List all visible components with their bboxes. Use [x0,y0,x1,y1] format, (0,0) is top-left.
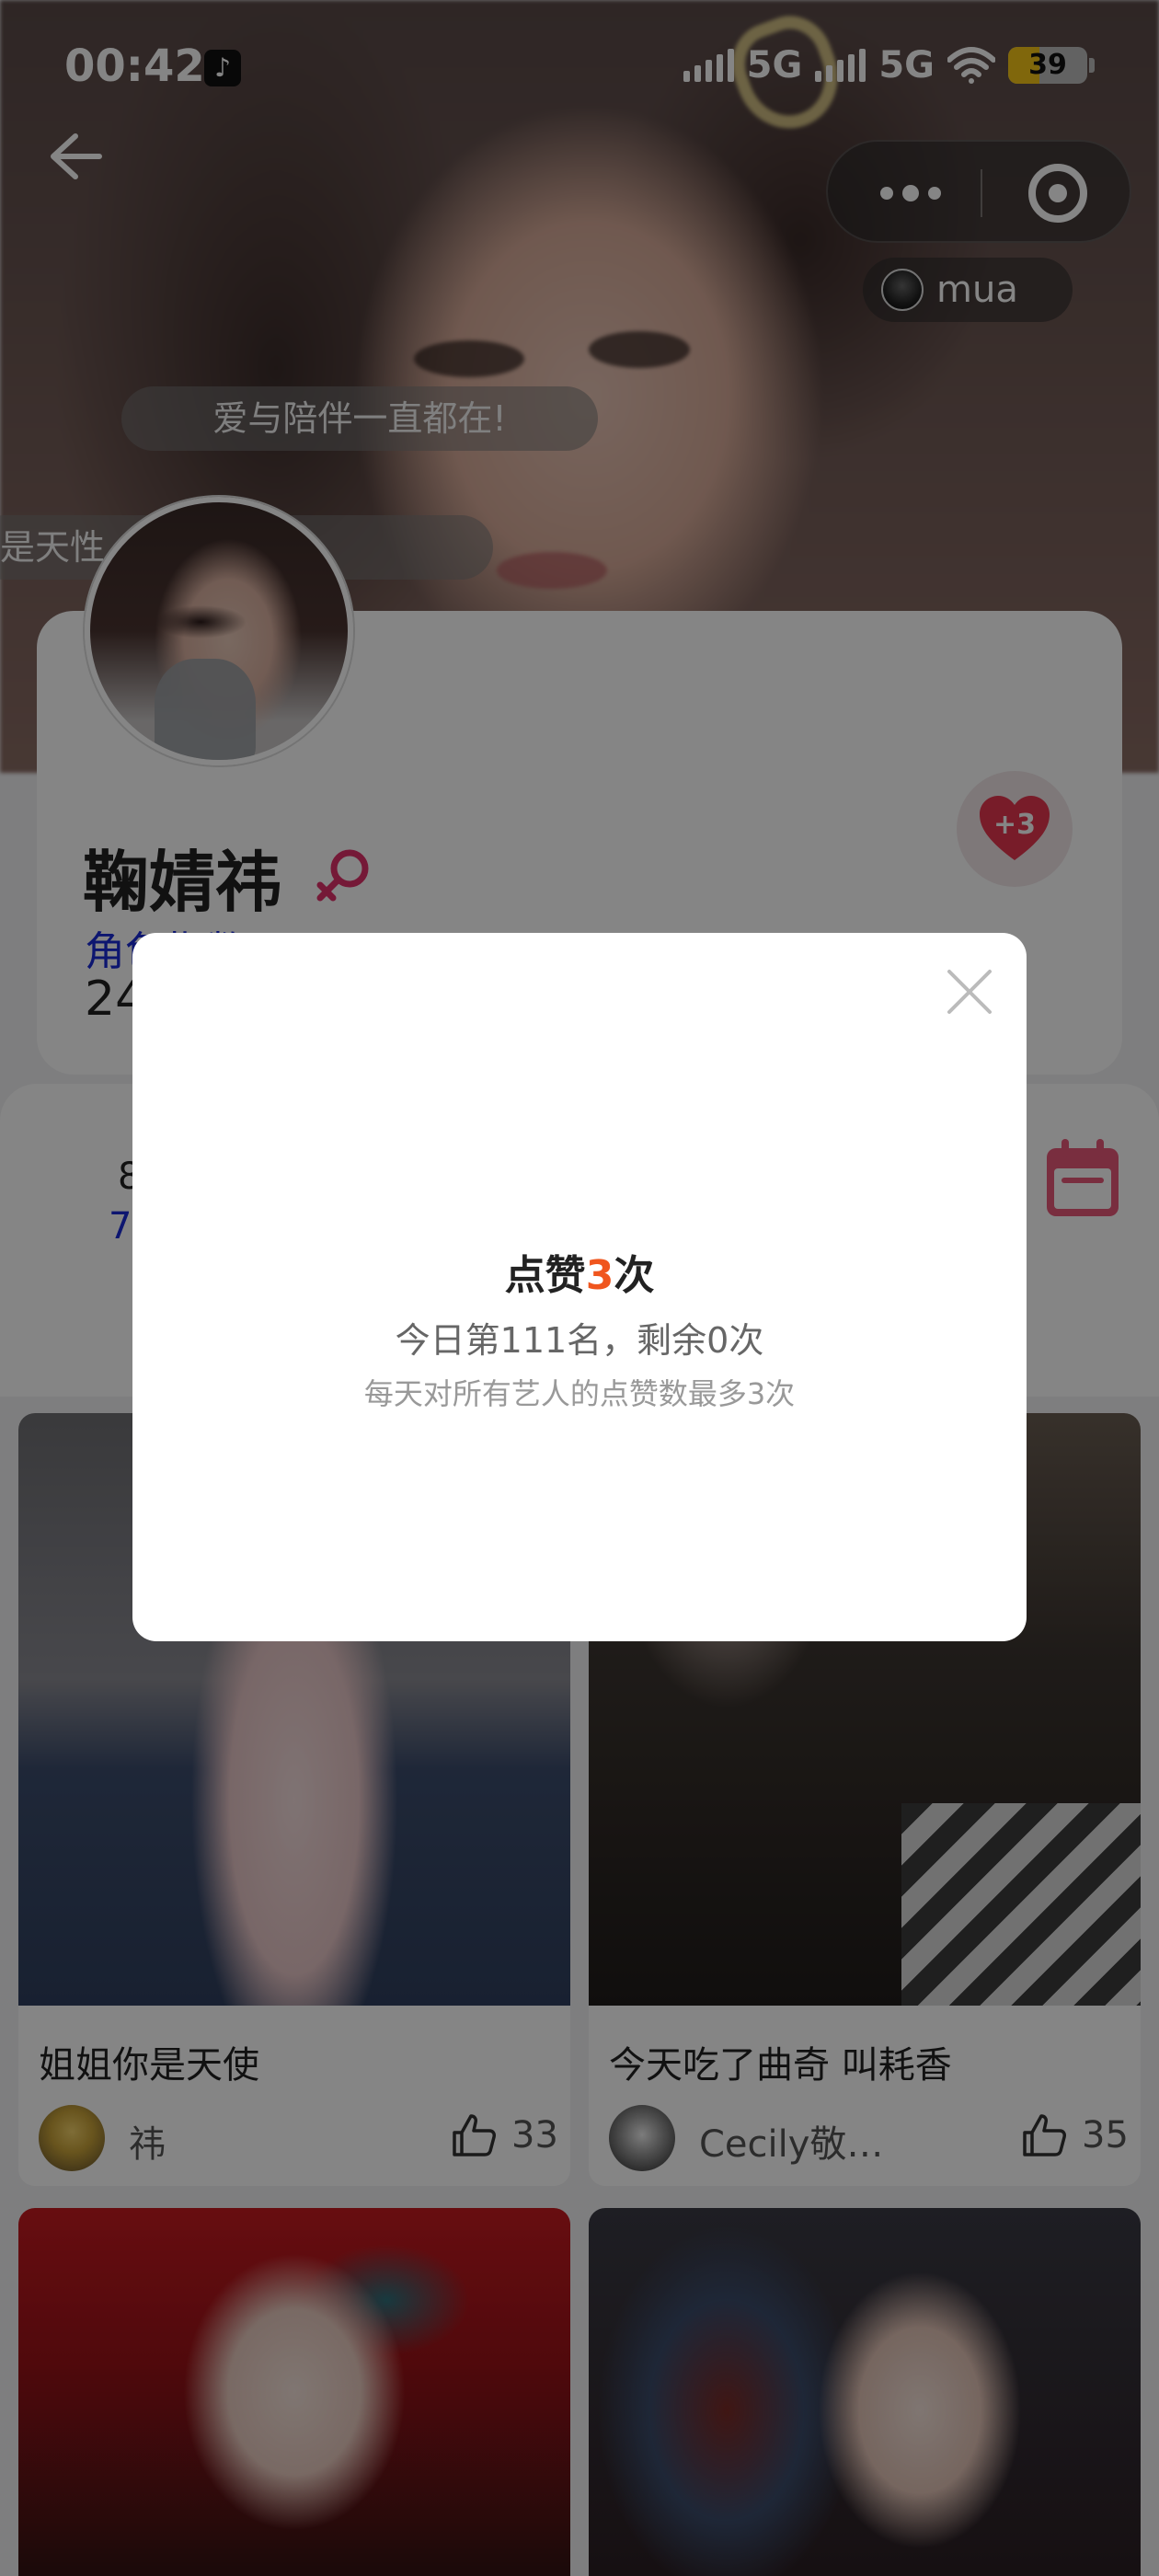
modal-title: 点赞3次 [132,1242,1027,1301]
modal-title-prefix: 点赞 [504,1252,586,1299]
modal-title-suffix: 次 [614,1252,655,1299]
modal-rank-text: 今日第111名，剩余0次 [395,1320,764,1361]
modal-like-count: 3 [585,1252,614,1299]
close-icon[interactable] [944,966,995,1018]
modal-note: 每天对所有艺人的点赞数最多3次 [363,1376,796,1411]
like-result-modal: 点赞3次 今日第111名，剩余0次 每天对所有艺人的点赞数最多3次 [132,933,1027,1641]
